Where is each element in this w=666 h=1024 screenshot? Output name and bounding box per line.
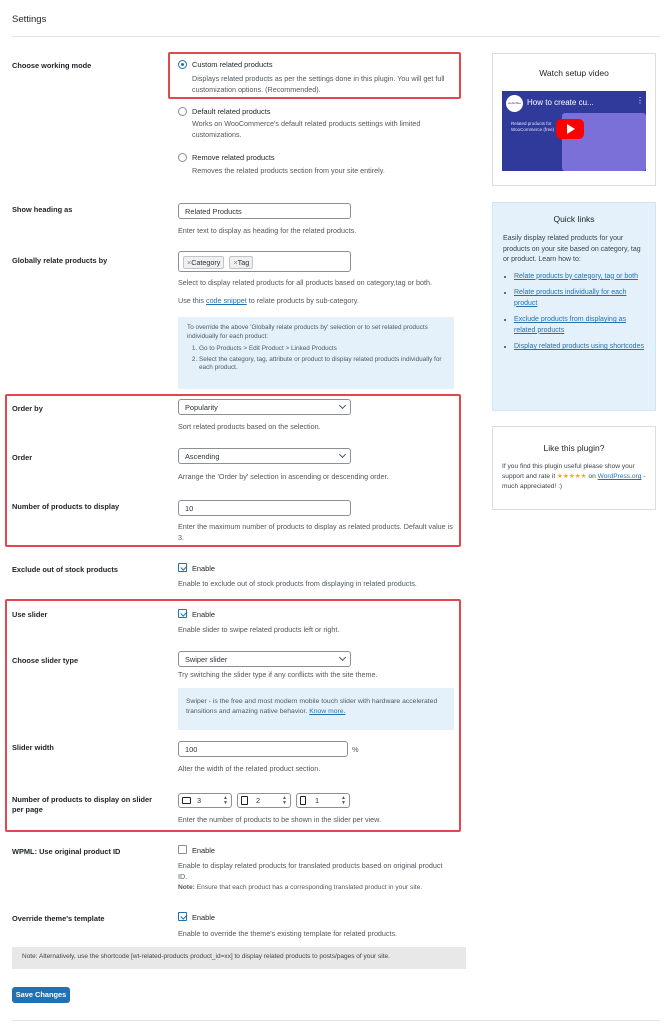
desktop-icon <box>182 797 191 804</box>
exclude-oos-enable[interactable]: Enable <box>192 564 215 573</box>
desktop-stepper[interactable]: 3 ▲ ▼ <box>178 793 232 808</box>
exclude-oos-checkbox[interactable] <box>178 563 187 572</box>
page-title: Settings <box>12 14 47 25</box>
order-label: Order <box>12 453 33 462</box>
relate-by-info-box: To override the above 'Globally relate p… <box>178 317 454 389</box>
quick-link-category-tag[interactable]: Relate products by category, tag or both <box>514 273 638 280</box>
wpml-desc: Enable to display related products for t… <box>178 861 443 881</box>
wpml-checkbox[interactable] <box>178 845 187 854</box>
override-template-desc: Enable to override the theme's existing … <box>178 929 398 938</box>
override-template-checkbox[interactable] <box>178 912 187 921</box>
slider-info-box: Swiper - is the free and most modern mob… <box>178 688 454 730</box>
relate-by-desc: Select to display related products for a… <box>178 278 432 287</box>
use-slider-enable[interactable]: Enable <box>192 610 215 619</box>
use-slider-label: Use slider <box>12 610 48 619</box>
spinner-arrows-icon[interactable]: ▲ ▼ <box>282 796 287 806</box>
quick-links-title: Quick links <box>553 214 595 224</box>
video-thumb-text: Related products for WooCommerce (free) <box>511 121 555 132</box>
relate-by-label: Globally relate products by <box>12 256 108 265</box>
info-step-2: Select the category, tag, attribute or p… <box>199 356 445 373</box>
use-slider-desc: Enable slider to swipe related products … <box>178 625 340 634</box>
slider-type-label: Choose slider type <box>12 656 79 665</box>
slider-width-input[interactable]: 100 <box>178 741 348 757</box>
spinner-arrows-icon[interactable]: ▲ ▼ <box>223 796 228 806</box>
radio-custom-label[interactable]: Custom related products <box>192 60 273 69</box>
video-title: How to create cu... <box>527 98 594 107</box>
save-changes-button[interactable]: Save Changes <box>12 987 70 1003</box>
tag-tag[interactable]: ×Tag <box>229 256 254 269</box>
radio-remove-label[interactable]: Remove related products <box>192 153 275 162</box>
video-card-title: Watch setup video <box>539 68 609 78</box>
mobile-icon <box>300 796 306 805</box>
exclude-oos-label: Exclude out of stock products <box>12 565 118 574</box>
override-template-enable[interactable]: Enable <box>192 913 215 922</box>
slider-width-desc: Alter the width of the related product s… <box>178 764 321 773</box>
quick-link-shortcodes[interactable]: Display related products using shortcode… <box>514 343 644 350</box>
tablet-icon <box>241 796 248 805</box>
video-thumbnail[interactable]: webtoffee How to create cu... ⋮ Related … <box>502 91 646 171</box>
num-products-label: Number of products to display <box>12 502 120 511</box>
radio-custom-related[interactable] <box>178 60 187 69</box>
youtube-play-icon[interactable] <box>556 119 584 139</box>
video-card: Watch setup video webtoffee How to creat… <box>492 53 656 186</box>
relate-by-multiselect[interactable]: ×Category ×Tag <box>178 251 351 272</box>
override-template-label: Override theme's template <box>12 914 105 923</box>
tag-category[interactable]: ×Category <box>183 256 225 269</box>
heading-desc: Enter text to display as heading for the… <box>178 226 357 235</box>
footer-divider <box>12 1020 660 1021</box>
webtoffee-logo: webtoffee <box>506 95 523 112</box>
quick-links-intro: Easily display related products for your… <box>503 235 641 263</box>
code-snippet-link[interactable]: code snippet <box>206 296 247 305</box>
slider-per-page-desc: Enter the number of products to be shown… <box>178 815 381 824</box>
order-by-select[interactable]: Popularity <box>178 399 351 415</box>
quick-links-card: Quick links Easily display related produ… <box>492 202 656 411</box>
slider-per-page-label: Number of products to display on slider … <box>12 795 153 814</box>
slider-width-unit: % <box>352 745 359 754</box>
wpml-label: WPML: Use original product ID <box>12 847 121 856</box>
order-by-desc: Sort related products based on the selec… <box>178 422 321 431</box>
spinner-arrows-icon[interactable]: ▲ ▼ <box>341 796 346 806</box>
heading-label: Show heading as <box>12 205 73 214</box>
chevron-down-icon <box>338 401 347 410</box>
mobile-stepper[interactable]: 1 ▲ ▼ <box>296 793 350 808</box>
relate-by-snippet-line: Use this code snippet to relate products… <box>178 296 359 305</box>
like-plugin-card: Like this plugin? If you find this plugi… <box>492 426 656 510</box>
radio-remove-related[interactable] <box>178 153 187 162</box>
rating-stars-icon[interactable]: ★★★★★ <box>557 473 587 480</box>
working-mode-label: Choose working mode <box>12 61 92 70</box>
tablet-stepper[interactable]: 2 ▲ ▼ <box>237 793 291 808</box>
radio-default-desc: Works on WooCommerce's default related p… <box>192 119 421 139</box>
num-products-desc: Enter the maximum number of products to … <box>178 522 453 542</box>
chevron-down-icon <box>338 450 347 459</box>
wordpress-org-link[interactable]: WordPress.org <box>598 473 642 480</box>
wpml-enable[interactable]: Enable <box>192 846 215 855</box>
order-desc: Arrange the 'Order by' selection in asce… <box>178 472 389 481</box>
chevron-down-icon <box>338 653 347 662</box>
know-more-link[interactable]: Know more. <box>309 708 345 715</box>
more-options-icon[interactable]: ⋮ <box>636 96 644 105</box>
radio-default-related[interactable] <box>178 107 187 116</box>
num-products-input[interactable]: 10 <box>178 500 351 516</box>
order-by-label: Order by <box>12 404 43 413</box>
info-step-1: Go to Products > Edit Product > Linked P… <box>199 345 445 354</box>
heading-input[interactable]: Related Products <box>178 203 351 219</box>
like-plugin-title: Like this plugin? <box>543 443 605 453</box>
shortcode-note: Note: Alternatively, use the shortcode [… <box>12 947 466 969</box>
like-plugin-text: If you find this plugin useful please sh… <box>502 463 646 490</box>
slider-width-label: Slider width <box>12 743 54 752</box>
info-intro: To override the above 'Globally relate p… <box>187 324 428 340</box>
quick-link-individual[interactable]: Relate products individually for each pr… <box>514 289 626 307</box>
slider-type-desc: Try switching the slider type if any con… <box>178 670 378 679</box>
order-select[interactable]: Ascending <box>178 448 351 464</box>
radio-custom-desc: Displays related products as per the set… <box>192 74 445 94</box>
radio-default-label[interactable]: Default related products <box>192 107 270 116</box>
radio-remove-desc: Removes the related products section fro… <box>192 166 385 175</box>
wpml-note: Note: Ensure that each product has a cor… <box>178 884 423 891</box>
header-divider <box>12 36 660 37</box>
slider-type-select[interactable]: Swiper slider <box>178 651 351 667</box>
use-slider-checkbox[interactable] <box>178 609 187 618</box>
exclude-oos-desc: Enable to exclude out of stock products … <box>178 579 417 588</box>
quick-link-exclude[interactable]: Exclude products from displaying as rela… <box>514 316 626 334</box>
